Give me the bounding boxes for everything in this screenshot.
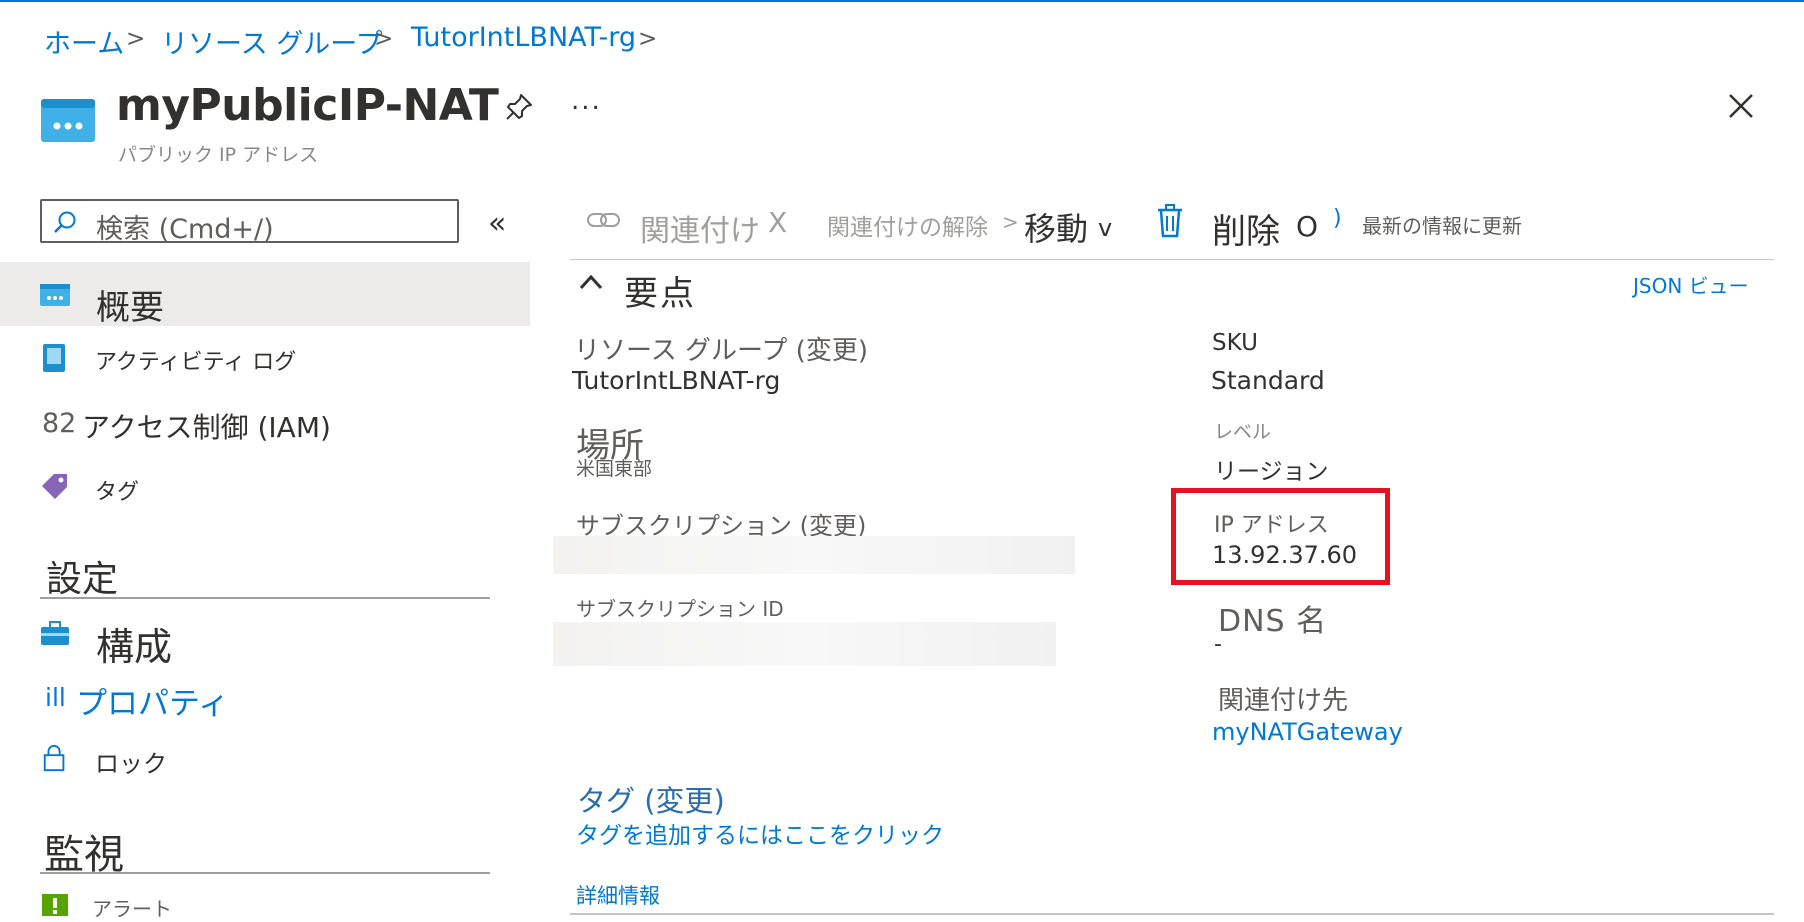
- breadcrumb-resource-group[interactable]: TutorIntLBNAT-rg: [411, 22, 636, 53]
- breadcrumb-separator: >: [126, 26, 146, 52]
- breadcrumb-separator: >: [638, 26, 658, 52]
- tier-value: リージョン: [1214, 459, 1329, 485]
- page-title: myPublicIP-NAT: [116, 80, 499, 131]
- toolbar-divider: [570, 259, 1774, 260]
- search-placeholder: 検索 (Cmd+/): [96, 214, 274, 245]
- associate-button-suffix: X: [768, 206, 788, 239]
- sidebar-item-lock[interactable]: ロック: [95, 744, 167, 779]
- delete-icon: [1158, 204, 1182, 238]
- activity-log-icon: [43, 344, 65, 372]
- collapse-sidebar-button[interactable]: «: [488, 206, 506, 241]
- divider: [40, 597, 490, 599]
- associated-to-label: 関連付け先: [1218, 686, 1349, 716]
- breadcrumb-separator: >: [374, 26, 394, 52]
- chevron-up-icon[interactable]: [578, 272, 604, 292]
- resource-group-label[interactable]: リソース グループ (変更): [574, 330, 868, 367]
- sidebar-item-alerts[interactable]: アラート: [92, 893, 172, 922]
- breadcrumb-resource-groups[interactable]: リソース グループ: [161, 22, 383, 61]
- top-accent-line: [0, 0, 1804, 2]
- properties-icon: ill: [45, 683, 66, 712]
- search-icon: [54, 211, 76, 233]
- sidebar-item-iam[interactable]: アクセス制御 (IAM): [82, 406, 331, 446]
- public-ip-resource-icon: [41, 99, 95, 142]
- close-icon[interactable]: [1727, 92, 1755, 120]
- sku-label: SKU: [1212, 330, 1258, 356]
- link-icon: [587, 213, 620, 227]
- refresh-icon: ): [1333, 206, 1342, 231]
- public-ip-icon: [40, 284, 70, 306]
- configuration-icon: [41, 621, 69, 645]
- refresh-button[interactable]: 最新の情報に更新: [1362, 210, 1522, 239]
- more-options-button[interactable]: ...: [571, 86, 602, 116]
- sidebar-item-activity-log[interactable]: アクティビティ ログ: [95, 344, 296, 376]
- alert-icon: [42, 894, 68, 916]
- dissociate-button[interactable]: 関連付けの解除: [827, 208, 988, 242]
- associated-to-value[interactable]: myNATGateway: [1212, 718, 1403, 746]
- tag-icon: [42, 474, 67, 499]
- json-view-link[interactable]: JSON ビュー: [1633, 270, 1749, 299]
- tags-label[interactable]: タグ (変更): [577, 778, 725, 820]
- divider: [570, 913, 1774, 915]
- dissociate-button-suffix: >: [1002, 210, 1019, 234]
- iam-icon: 82: [42, 408, 77, 439]
- breadcrumb-home[interactable]: ホーム: [44, 22, 124, 61]
- delete-button[interactable]: 削除: [1212, 204, 1280, 253]
- ip-address-highlight: [1171, 488, 1390, 585]
- move-dropdown-icon[interactable]: v: [1098, 214, 1112, 242]
- more-info-link[interactable]: 詳細情報: [576, 880, 660, 910]
- delete-button-suffix: O: [1296, 210, 1319, 243]
- tier-label: レベル: [1214, 421, 1272, 443]
- subscription-value-redacted: [553, 536, 1075, 574]
- essentials-title[interactable]: 要点: [624, 266, 696, 315]
- move-button[interactable]: 移動: [1024, 204, 1088, 250]
- sidebar-item-overview[interactable]: 概要: [96, 280, 164, 329]
- location-value: 米国東部: [576, 458, 653, 480]
- sku-value: Standard: [1211, 366, 1325, 395]
- divider: [40, 872, 490, 874]
- dns-name-value: -: [1214, 632, 1222, 657]
- sidebar-section-settings: 設定: [46, 559, 119, 600]
- add-tags-link[interactable]: タグを追加するにはここをクリック: [576, 816, 944, 850]
- sidebar-item-configuration[interactable]: 構成: [96, 616, 172, 671]
- dns-name-label: DNS 名: [1218, 604, 1328, 639]
- sidebar-item-tags[interactable]: タグ: [95, 474, 139, 506]
- sidebar-item-properties[interactable]: プロパティ: [76, 678, 229, 723]
- page-subtitle: パブリック IP アドレス: [118, 144, 319, 166]
- lock-icon: [43, 745, 65, 772]
- subscription-id-label: サブスクリプション ID: [576, 597, 784, 621]
- pin-icon[interactable]: [504, 92, 534, 122]
- associate-button[interactable]: 関連付け: [640, 206, 760, 250]
- sidebar-item-overview-bg[interactable]: [0, 262, 530, 326]
- subscription-id-redacted: [553, 622, 1056, 666]
- resource-group-value[interactable]: TutorIntLBNAT-rg: [572, 366, 780, 395]
